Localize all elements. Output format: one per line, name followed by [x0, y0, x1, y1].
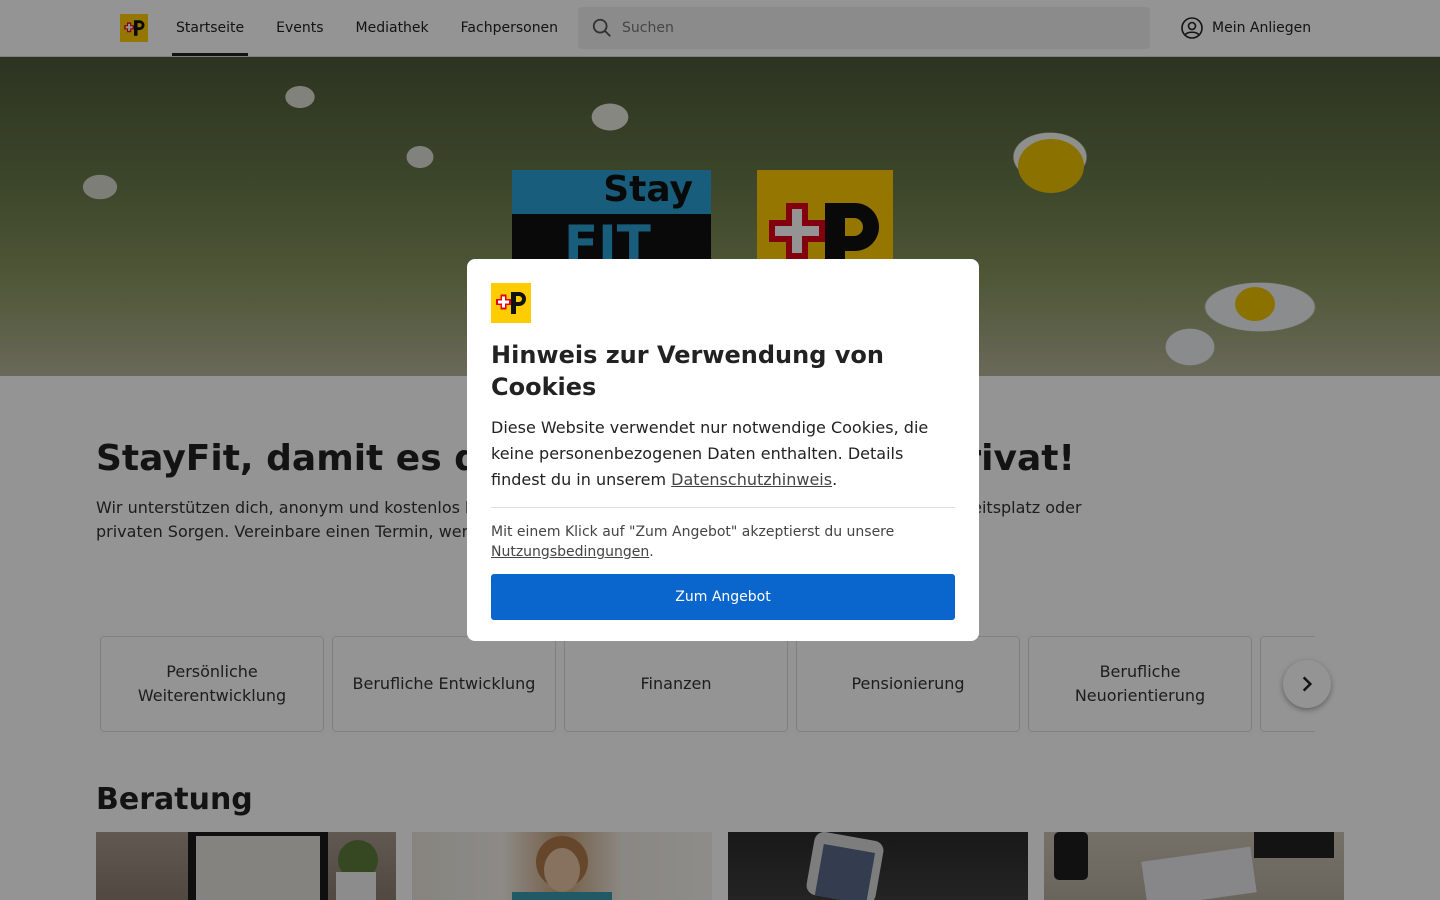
terms-notice: Mit einem Klick auf "Zum Angebot" akzept…: [491, 522, 955, 562]
punctuation: .: [832, 470, 838, 489]
cookie-consent-dialog: Hinweis zur Verwendung von Cookies Diese…: [467, 259, 979, 641]
post-logo: [491, 283, 531, 323]
terms-of-use-link[interactable]: Nutzungsbedingungen: [491, 544, 649, 560]
cookie-dialog-text: Diese Website verwendet nur notwendige C…: [491, 415, 955, 493]
cookie-dialog-title: Hinweis zur Verwendung von Cookies: [491, 341, 884, 401]
punctuation: .: [649, 544, 654, 560]
privacy-policy-link[interactable]: Datenschutzhinweis: [671, 470, 832, 489]
terms-text: Mit einem Klick auf "Zum Angebot" akzept…: [491, 524, 895, 540]
post-logo-icon: [496, 292, 526, 314]
accept-offer-button[interactable]: Zum Angebot: [491, 574, 955, 620]
divider: [491, 507, 955, 508]
